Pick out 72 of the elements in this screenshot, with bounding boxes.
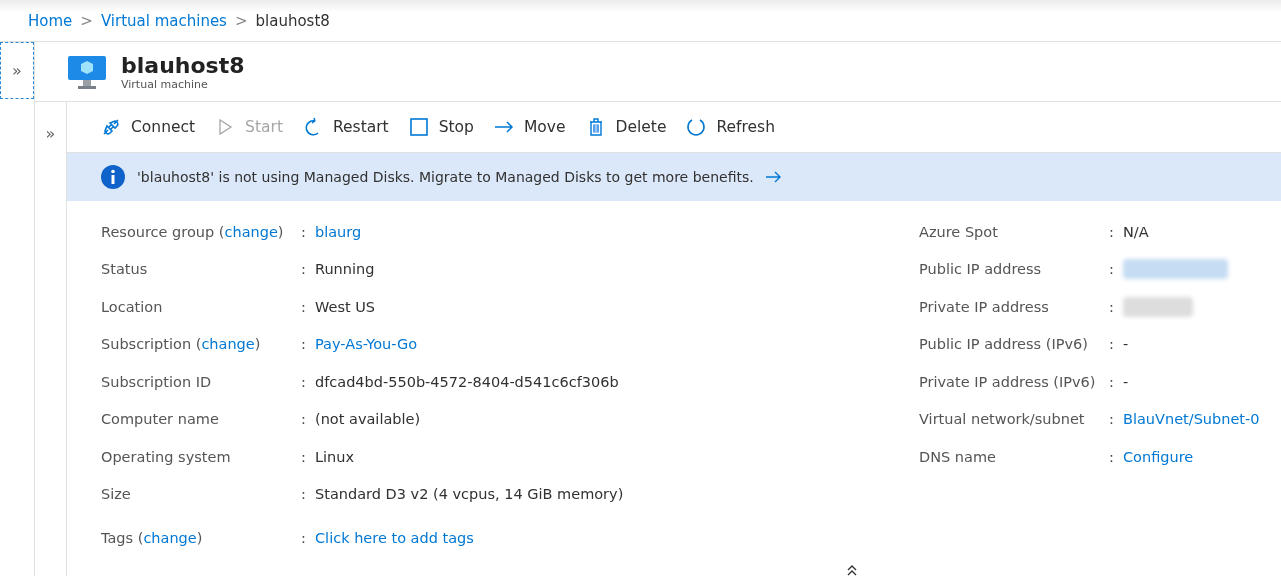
property-link[interactable]: blaurg [315,223,362,240]
resource-type: Virtual machine [121,77,209,91]
toolbar-button[interactable]: Delete [585,113,667,141]
breadcrumb-item[interactable]: Home [28,11,73,30]
square-icon [408,117,429,137]
property-label: Azure Spot [919,223,999,240]
change-link[interactable]: change [224,223,278,240]
property-value: (not available) [315,411,421,428]
separator: : [301,373,307,390]
property-link[interactable]: Configure [1123,448,1194,465]
refresh-icon [686,117,707,137]
property-value: Linux [315,448,355,465]
breadcrumb-item: blauhost8 [255,11,330,30]
property-label: DNS name [919,448,997,465]
property-label: Private IP address (IPv6) [919,373,1097,390]
plug-icon [101,117,121,137]
breadcrumb-separator: > [80,11,93,30]
separator: : [301,448,307,465]
property-link[interactable]: Click here to add tags [315,530,474,546]
property-label: Computer name [101,411,220,428]
property-label: Size [101,486,132,503]
separator: : [1109,411,1115,428]
property-value: dfcad4bd-550b-4572-8404-d541c6cf306b [315,373,619,390]
separator: : [301,486,307,503]
separator: : [301,411,307,428]
breadcrumb-separator: > [234,11,248,30]
breadcrumb-item[interactable]: Virtual machines [100,11,227,30]
property-label: Subscription ID [101,373,213,390]
property-label: Public IP address [919,261,1043,278]
expand-button[interactable]: » [45,124,56,144]
collapse-icon[interactable] [845,563,859,576]
property-label: Operating system [101,448,232,465]
property-link[interactable]: Pay-As-You-Go [315,336,418,353]
banner-text: 'blauhost8' is not using Managed Disks. Migrate to Managed Disks to get more benefits. [137,169,754,185]
toolbar-button[interactable]: Move [493,113,566,141]
separator: : [301,261,307,278]
property-label: Resource group (change) [101,223,285,240]
toolbar-button[interactable]: Refresh [686,113,775,141]
toolbar-button[interactable]: Restart [302,113,389,141]
resource-name: blauhost8 [121,52,245,78]
property-value: N/A [1123,223,1149,240]
separator: : [1109,448,1115,465]
change-link[interactable]: change [201,336,255,353]
expand-button[interactable]: » [0,42,34,99]
separator: : [301,298,307,315]
toolbar-button[interactable]: Stop [408,113,474,141]
property-label: Subscription (change) [101,336,262,353]
arrow-icon[interactable] [765,171,782,183]
toolbar-button[interactable]: Connect [101,113,196,141]
info-icon [101,165,125,189]
property-value: - [1123,336,1129,353]
property-link[interactable]: BlauVnet/Subnet-0 [1123,411,1260,428]
property-label: Status [101,261,149,278]
property-value: West US [315,298,376,315]
property-label: Virtual network/subnet [919,411,1086,428]
separator: : [1109,261,1115,278]
property-value: Standard D3 v2 (4 vcpus, 14 GiB memory) [315,486,624,503]
change-link[interactable]: change [143,530,197,546]
separator: : [301,336,307,353]
separator: : [301,530,307,546]
property-label: Private IP address [919,298,1050,315]
separator: : [1109,336,1115,353]
property-value: - [1123,373,1129,390]
separator: : [1109,298,1115,315]
separator: : [1109,223,1115,240]
property-label: Tags (change) [101,530,204,546]
separator: : [301,223,307,240]
property-label: Public IP address (IPv6) [919,336,1089,353]
separator: : [1109,373,1115,390]
property-label: Location [101,298,164,315]
property-value: Running [315,261,375,278]
redacted-value [1123,296,1193,317]
